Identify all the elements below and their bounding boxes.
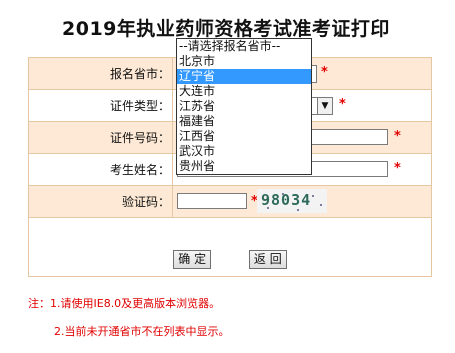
id-type-label: 证件类型： (28, 89, 173, 122)
province-option[interactable]: 福建省 (177, 114, 311, 129)
confirm-button[interactable]: 确 定 (173, 249, 212, 269)
notes: 注：1.请使用IE8.0及更高版本浏览器。 2.当前未开通省市不在列表中显示。 (28, 290, 230, 346)
province-option[interactable]: 贵州省 (177, 159, 311, 174)
id-number-required-mark: * (394, 129, 401, 144)
button-cell: 确 定 返 回 (28, 217, 432, 277)
page-title: 2019年执业药师资格考试准考证打印 (62, 18, 390, 40)
captcha-cell: * 98034 (172, 185, 432, 218)
captcha-label: 验证码： (28, 185, 173, 218)
back-button[interactable]: 返 回 (248, 249, 287, 269)
province-dropdown-list[interactable]: --请选择报名省市-- 北京市 辽宁省 大连市 江苏省 福建省 江西省 武汉市 … (176, 38, 312, 175)
province-option[interactable]: 武汉市 (177, 144, 311, 159)
note-1: 注：1.请使用IE8.0及更高版本浏览器。 (28, 297, 221, 310)
id-type-required-mark: * (339, 97, 346, 112)
province-option[interactable]: 江苏省 (177, 99, 311, 114)
province-option[interactable]: 辽宁省 (177, 69, 311, 84)
province-option[interactable]: 江西省 (177, 129, 311, 144)
province-option[interactable]: --请选择报名省市-- (177, 39, 311, 54)
province-option[interactable]: 大连市 (177, 84, 311, 99)
captcha-row: 验证码： * 98034 (28, 185, 432, 218)
page: 2019年执业药师资格考试准考证打印 报名省市： * 证件类型： ▼ * 证件号… (0, 0, 455, 353)
captcha-input[interactable] (177, 193, 247, 209)
name-label: 考生姓名： (28, 153, 173, 186)
province-required-mark: * (321, 65, 328, 80)
province-label: 报名省市： (28, 57, 173, 90)
chevron-down-icon[interactable]: ▼ (317, 98, 332, 114)
province-option[interactable]: 北京市 (177, 54, 311, 69)
button-row: 确 定 返 回 (28, 217, 432, 277)
name-required-mark: * (394, 161, 401, 176)
captcha-image[interactable]: 98034 (257, 189, 327, 213)
note-2: 2.当前未开通省市不在列表中显示。 (54, 325, 230, 338)
id-number-label: 证件号码： (28, 121, 173, 154)
